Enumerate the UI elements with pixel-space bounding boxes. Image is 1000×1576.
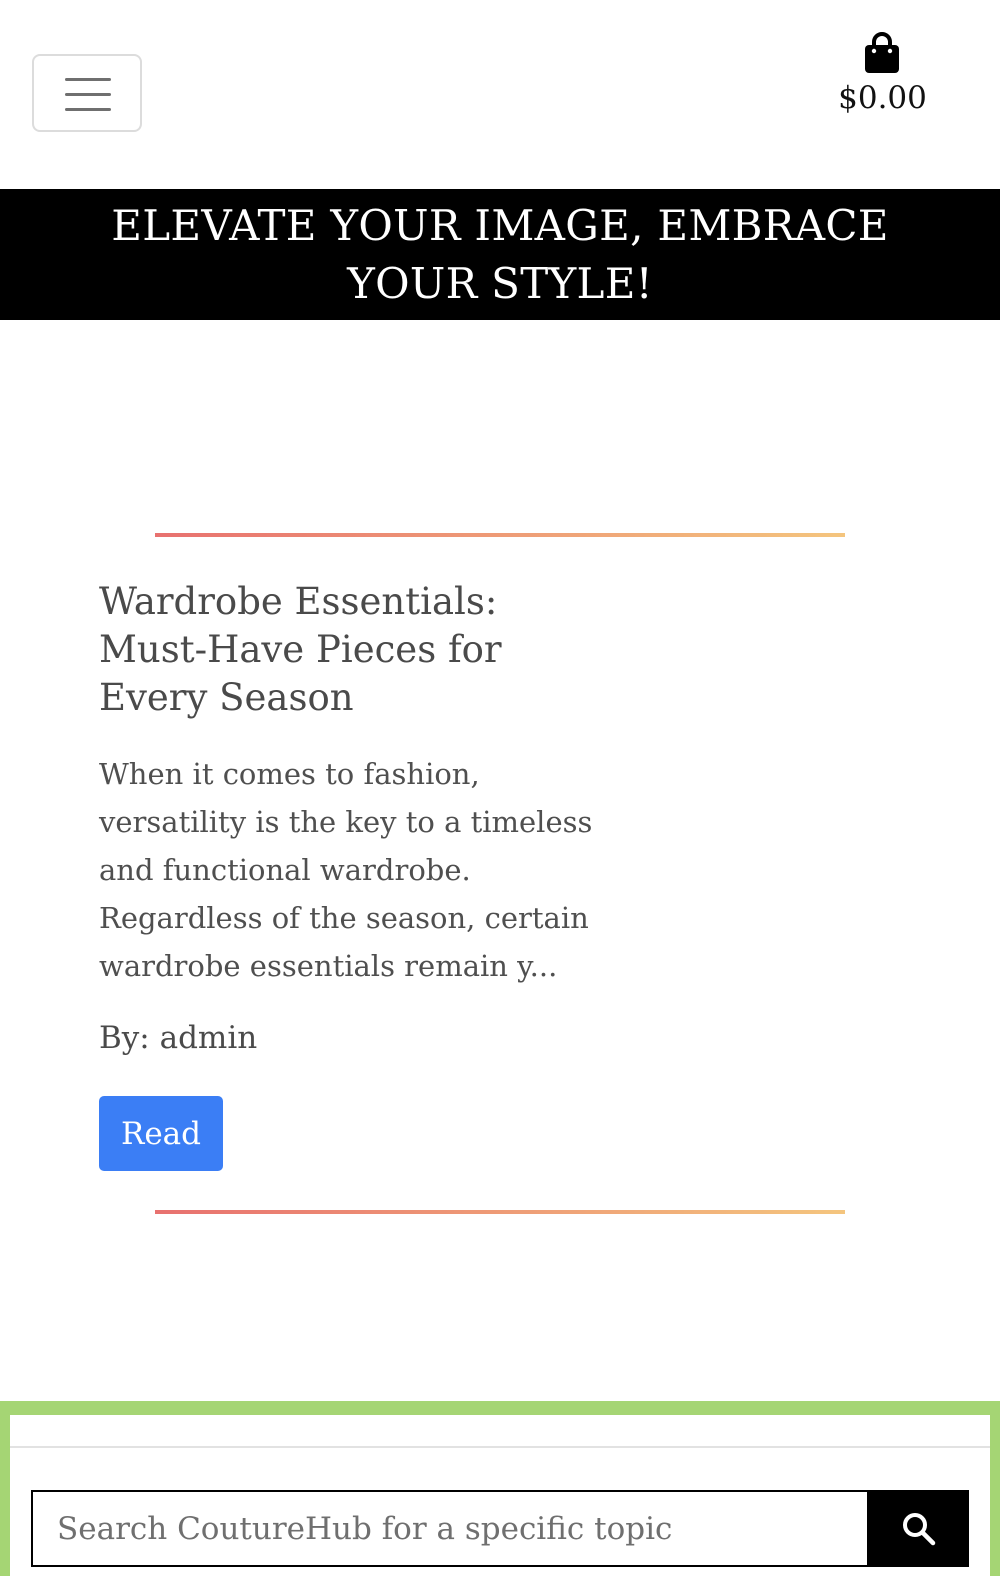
divider-top: [155, 533, 845, 537]
blog-post-card: Wardrobe Essentials: Must-Have Pieces fo…: [99, 578, 599, 1056]
search-section: [0, 1401, 1000, 1576]
post-author: By: admin: [99, 1020, 258, 1056]
menu-toggle-button[interactable]: [32, 54, 142, 132]
hamburger-icon-bar-middle: [65, 93, 111, 96]
search-icon: [903, 1512, 936, 1545]
search-divider: [10, 1446, 990, 1448]
banner-text: ELEVATE YOUR IMAGE, EMBRACE YOUR STYLE!: [111, 200, 889, 308]
site-header: $0.00: [0, 0, 1000, 190]
search-button[interactable]: [869, 1490, 969, 1567]
promo-banner: ELEVATE YOUR IMAGE, EMBRACE YOUR STYLE!: [0, 189, 1000, 320]
search-container: [10, 1415, 990, 1576]
read-button[interactable]: Read: [99, 1096, 223, 1171]
post-excerpt: When it comes to fashion, versatility is…: [99, 757, 593, 983]
post-title[interactable]: Wardrobe Essentials: Must-Have Pieces fo…: [99, 578, 599, 722]
shopping-bag-icon: [865, 32, 899, 73]
cart-total: $0.00: [838, 80, 927, 116]
hamburger-icon-bar-top: [65, 78, 111, 81]
divider-bottom: [155, 1210, 845, 1214]
cart-link[interactable]: $0.00: [820, 30, 945, 125]
page: $0.00 ELEVATE YOUR IMAGE, EMBRACE YOUR S…: [0, 0, 1000, 1576]
hamburger-icon-bar-bottom: [65, 108, 111, 111]
search-input[interactable]: [31, 1490, 869, 1567]
